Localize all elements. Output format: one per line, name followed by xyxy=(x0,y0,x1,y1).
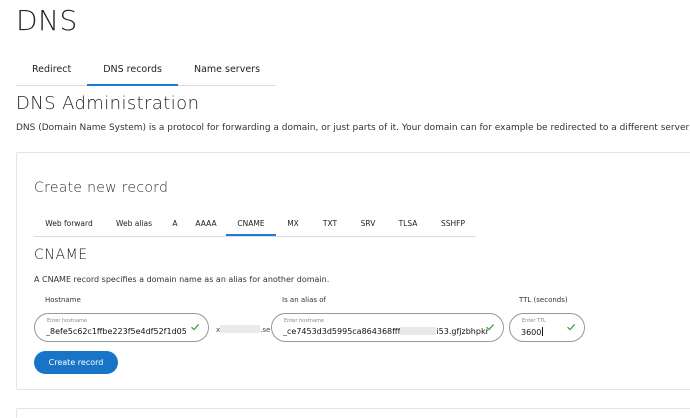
tab-srv[interactable]: SRV xyxy=(350,214,386,236)
alias-label: Is an alias of xyxy=(282,296,326,304)
tab-redirect[interactable]: Redirect xyxy=(16,58,88,86)
tab-web-forward[interactable]: Web forward xyxy=(34,214,104,236)
alias-placeholder: Enter hostname xyxy=(284,318,324,324)
ttl-label: TTL (seconds) xyxy=(519,296,568,304)
alias-value-end: i53.gfjzbhpkrq.acm xyxy=(436,327,488,336)
alias-value-start: _ce7453d3d5995ca864368fff xyxy=(283,327,401,336)
check-icon xyxy=(486,323,495,331)
card-title: Create new record xyxy=(34,180,169,196)
tab-dns-records[interactable]: DNS records xyxy=(87,58,178,86)
alias-value: _ce7453d3d5995ca864368fff i53.gfjzbhpkrq.… xyxy=(283,327,488,336)
alias-input[interactable]: Enter hostname _ce7453d3d5995ca864368fff… xyxy=(271,313,504,342)
top-tabs: Redirect DNS records Name servers xyxy=(16,58,277,86)
record-type-tabs: Web forward Web alias A AAAA CNAME MX TX… xyxy=(34,214,476,237)
page-title: DNS xyxy=(16,4,78,37)
next-card xyxy=(16,408,690,418)
ttl-value-text: 3600 xyxy=(521,328,542,337)
suffix-end: .se xyxy=(260,326,271,334)
redacted-segment xyxy=(400,327,437,335)
check-icon xyxy=(567,323,576,331)
tab-aaaa[interactable]: AAAA xyxy=(186,214,226,236)
tab-name-servers[interactable]: Name servers xyxy=(177,58,277,86)
tab-mx[interactable]: MX xyxy=(276,214,310,236)
hostname-input[interactable]: Enter hostname _8efe5c62c1ffbe223f5e4df5… xyxy=(34,313,209,342)
create-record-button[interactable]: Create record xyxy=(34,351,118,374)
tab-sshfp[interactable]: SSHFP xyxy=(430,214,476,236)
record-description: A CNAME record specifies a domain name a… xyxy=(34,275,330,284)
text-cursor xyxy=(542,327,544,336)
tab-cname[interactable]: CNAME xyxy=(226,214,276,236)
tab-tlsa[interactable]: TLSA xyxy=(386,214,430,236)
tab-a[interactable]: A xyxy=(164,214,186,236)
create-record-card: Create new record Web forward Web alias … xyxy=(16,152,690,390)
section-title: DNS Administration xyxy=(16,93,200,114)
check-icon xyxy=(191,323,200,331)
record-heading: CNAME xyxy=(34,247,88,263)
ttl-placeholder: Enter TTL xyxy=(522,318,546,324)
ttl-value: 3600 xyxy=(521,327,544,337)
hostname-placeholder: Enter hostname xyxy=(47,318,87,324)
hostname-value: _8efe5c62c1ffbe223f5e4df52f1d052e.qr xyxy=(46,327,186,336)
ttl-input[interactable]: Enter TTL 3600 xyxy=(509,313,585,342)
tab-txt[interactable]: TXT xyxy=(310,214,350,236)
redacted-domain xyxy=(220,325,261,333)
hostname-label: Hostname xyxy=(45,296,81,304)
hostname-domain-suffix: x .se xyxy=(216,325,270,334)
section-description: DNS (Domain Name System) is a protocol f… xyxy=(16,123,690,133)
tab-web-alias[interactable]: Web alias xyxy=(104,214,164,236)
